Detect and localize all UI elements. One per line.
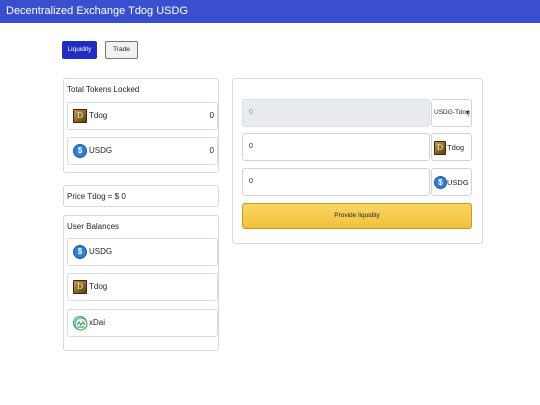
locked-token-name: Tdog — [89, 111, 108, 120]
price-card: Price Tdog = $ 0 — [63, 185, 219, 207]
total-tokens-locked-title: Total Tokens Locked — [67, 85, 140, 94]
locked-row-tdog: D Tdog 0 — [67, 102, 218, 130]
usdg-icon: $ — [73, 144, 87, 158]
usdg-addon-label: USDG — [447, 178, 469, 187]
tdog-icon: D — [73, 109, 87, 123]
usdg-addon: $ USDG — [431, 168, 472, 196]
pair-select-value: USDG-Tdog — [434, 109, 470, 116]
locked-token-amount: 0 — [209, 111, 214, 120]
trade-tab-button[interactable]: Trade — [105, 41, 138, 59]
provide-liquidity-button[interactable]: Provide liquidity — [242, 203, 472, 229]
navbar: Decentralized Exchange Tdog USDG — [0, 0, 540, 23]
lp-amount-input: 0 — [242, 99, 430, 127]
tdog-addon-label: Tdog — [447, 143, 465, 152]
user-balances-title: User Balances — [67, 222, 120, 231]
price-text: Price Tdog = $ 0 — [67, 192, 126, 201]
balance-token-name: xDai — [89, 318, 106, 327]
balance-token-name: Tdog — [89, 282, 108, 291]
app-title: Decentralized Exchange Tdog USDG — [6, 5, 189, 17]
tdog-addon: D Tdog — [431, 133, 472, 161]
usdg-amount-input[interactable]: 0 — [242, 168, 430, 196]
locked-token-name: USDG — [89, 146, 113, 155]
balance-row-usdg: $ USDG — [67, 238, 218, 266]
total-tokens-locked-card: Total Tokens Locked D Tdog 0 $ USDG 0 — [63, 78, 219, 173]
pair-select[interactable]: USDG-Tdog ▾ — [431, 99, 472, 127]
balance-token-name: USDG — [89, 247, 113, 256]
usdg-icon: $ — [434, 176, 447, 189]
user-balances-card: User Balances $ USDG D Tdog xDai — [63, 215, 219, 351]
tdog-icon: D — [73, 280, 87, 294]
chevron-down-icon: ▾ — [465, 110, 469, 116]
tdog-amount-input[interactable]: 0 — [242, 133, 430, 161]
usdg-icon: $ — [73, 245, 87, 259]
balance-row-xdai: xDai — [67, 309, 218, 337]
balance-row-tdog: D Tdog — [67, 273, 218, 301]
locked-token-amount: 0 — [209, 146, 214, 155]
xdai-icon — [73, 316, 88, 331]
tdog-icon: D — [434, 141, 446, 155]
liquidity-tab-button[interactable]: Liquidity — [62, 41, 97, 59]
locked-row-usdg: $ USDG 0 — [67, 137, 218, 165]
